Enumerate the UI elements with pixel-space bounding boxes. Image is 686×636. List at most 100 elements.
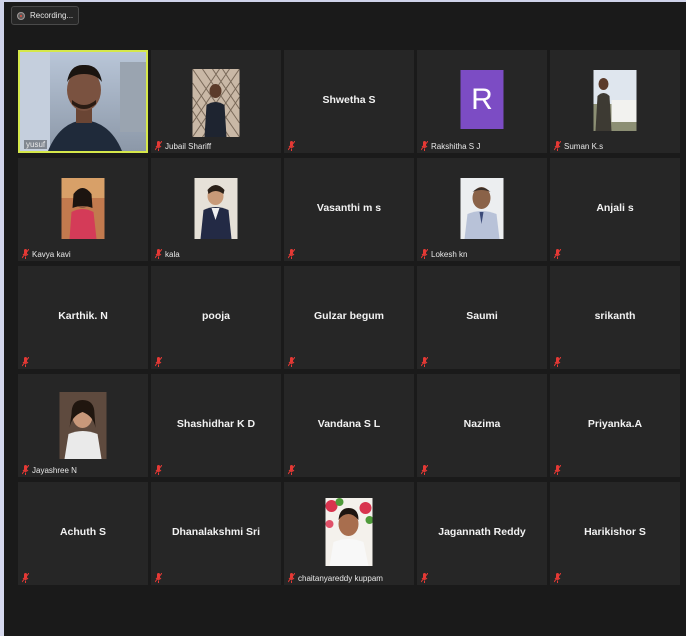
participant-footer (554, 465, 561, 475)
participant-tile[interactable]: kala (151, 158, 281, 261)
participant-tile[interactable]: yusuf (18, 50, 148, 153)
participant-name: Harikishor S (584, 526, 646, 538)
record-icon (17, 11, 25, 20)
muted-mic-icon (288, 357, 295, 367)
participant-name: Shashidhar K D (176, 418, 256, 430)
participant-name: Jubail Shariff (165, 141, 212, 151)
participant-footer (288, 465, 295, 475)
muted-mic-icon (155, 357, 162, 367)
muted-mic-icon (288, 141, 295, 151)
participant-footer: Kavya kavi (22, 249, 71, 259)
participant-tile[interactable]: Kavya kavi (18, 158, 148, 261)
participant-footer (554, 573, 561, 583)
recording-indicator[interactable]: Recording... (11, 6, 79, 25)
participant-name: Dhanalakshmi Sri (171, 526, 261, 538)
participant-photo (593, 70, 637, 131)
participant-name: Vandana S L (317, 418, 381, 430)
muted-mic-icon (22, 465, 29, 475)
participant-tile[interactable]: Lokesh kn (417, 158, 547, 261)
participant-tile[interactable]: Saumi (417, 266, 547, 369)
recording-label: Recording... (30, 11, 74, 20)
participant-name: yusuf (24, 140, 48, 149)
participant-tile[interactable]: Gulzar begum (284, 266, 414, 369)
participant-name: Rakshitha S J (431, 141, 481, 151)
muted-mic-icon (155, 465, 162, 475)
participant-footer (22, 357, 29, 367)
participant-name: chaitanyareddy kuppam (298, 573, 383, 583)
participant-tile[interactable]: Priyanka.A (550, 374, 680, 477)
participant-name: kala (165, 249, 180, 259)
participant-name: Jagannath Reddy (438, 526, 526, 538)
muted-mic-icon (554, 141, 561, 151)
participant-tile[interactable]: Karthik. N (18, 266, 148, 369)
participant-footer (288, 141, 295, 151)
muted-mic-icon (554, 573, 561, 583)
participant-tile[interactable]: Anjali s (550, 158, 680, 261)
participant-footer (288, 249, 295, 259)
participant-tile[interactable]: srikanth (550, 266, 680, 369)
participant-footer (155, 465, 162, 475)
gallery-grid: yusuf Jubail Shariff Shwetha S R Rakshit… (18, 50, 680, 585)
participant-name: Suman K.s (564, 141, 604, 151)
participant-tile[interactable]: Shashidhar K D (151, 374, 281, 477)
muted-mic-icon (554, 357, 561, 367)
participant-footer: Jayashree N (22, 465, 77, 475)
participant-name: srikanth (594, 310, 636, 322)
participant-name: Jayashree N (32, 465, 77, 475)
participant-tile[interactable]: chaitanyareddy kuppam (284, 482, 414, 585)
participant-name: Saumi (466, 310, 498, 322)
participant-tile[interactable]: Harikishor S (550, 482, 680, 585)
muted-mic-icon (421, 249, 428, 259)
participant-tile[interactable]: Jayashree N (18, 374, 148, 477)
participant-tile[interactable]: pooja (151, 266, 281, 369)
muted-mic-icon (554, 465, 561, 475)
muted-mic-icon (421, 357, 428, 367)
participant-footer: Jubail Shariff (155, 141, 211, 151)
participant-tile[interactable]: Jubail Shariff (151, 50, 281, 153)
participant-name: pooja (202, 310, 230, 322)
participant-footer (421, 357, 428, 367)
muted-mic-icon (155, 249, 162, 259)
participant-name: Anjali s (596, 202, 634, 214)
participant-name: Lokesh kn (431, 249, 468, 259)
participant-footer: Rakshitha S J (421, 141, 480, 151)
participant-tile[interactable]: Achuth S (18, 482, 148, 585)
participant-tile[interactable]: Vasanthi m s (284, 158, 414, 261)
participant-video (20, 52, 146, 151)
participant-tile[interactable]: Vandana S L (284, 374, 414, 477)
participant-tile[interactable]: Suman K.s (550, 50, 680, 153)
participant-name: Achuth S (59, 526, 107, 538)
participant-photo (325, 498, 373, 566)
participant-name: Karthik. N (58, 310, 108, 322)
participant-name: Nazima (463, 418, 501, 430)
participant-footer (554, 357, 561, 367)
muted-mic-icon (22, 249, 29, 259)
participant-tile[interactable]: Jagannath Reddy (417, 482, 547, 585)
participant-footer (421, 465, 428, 475)
muted-mic-icon (155, 141, 162, 151)
meeting-window: Recording... yusuf Jubail Shariff Shweth… (4, 2, 686, 636)
participant-name: Kavya kavi (32, 249, 71, 259)
participant-footer: kala (155, 249, 180, 259)
participant-footer (421, 573, 428, 583)
participant-name: Priyanka.A (587, 418, 643, 430)
participant-footer (22, 573, 29, 583)
participant-footer (554, 249, 561, 259)
participant-tile[interactable]: Dhanalakshmi Sri (151, 482, 281, 585)
participant-footer: yusuf (24, 140, 48, 149)
muted-mic-icon (288, 465, 295, 475)
avatar: R (460, 70, 504, 129)
participant-photo (192, 69, 240, 137)
participant-name: Vasanthi m s (316, 202, 382, 214)
participant-tile[interactable]: Nazima (417, 374, 547, 477)
muted-mic-icon (288, 249, 295, 259)
participant-footer (288, 357, 295, 367)
muted-mic-icon (554, 249, 561, 259)
participant-tile[interactable]: R Rakshitha S J (417, 50, 547, 153)
participant-name: Gulzar begum (313, 310, 384, 322)
participant-footer (155, 573, 162, 583)
muted-mic-icon (22, 357, 29, 367)
participant-photo (61, 178, 105, 239)
muted-mic-icon (288, 573, 295, 583)
participant-tile[interactable]: Shwetha S (284, 50, 414, 153)
